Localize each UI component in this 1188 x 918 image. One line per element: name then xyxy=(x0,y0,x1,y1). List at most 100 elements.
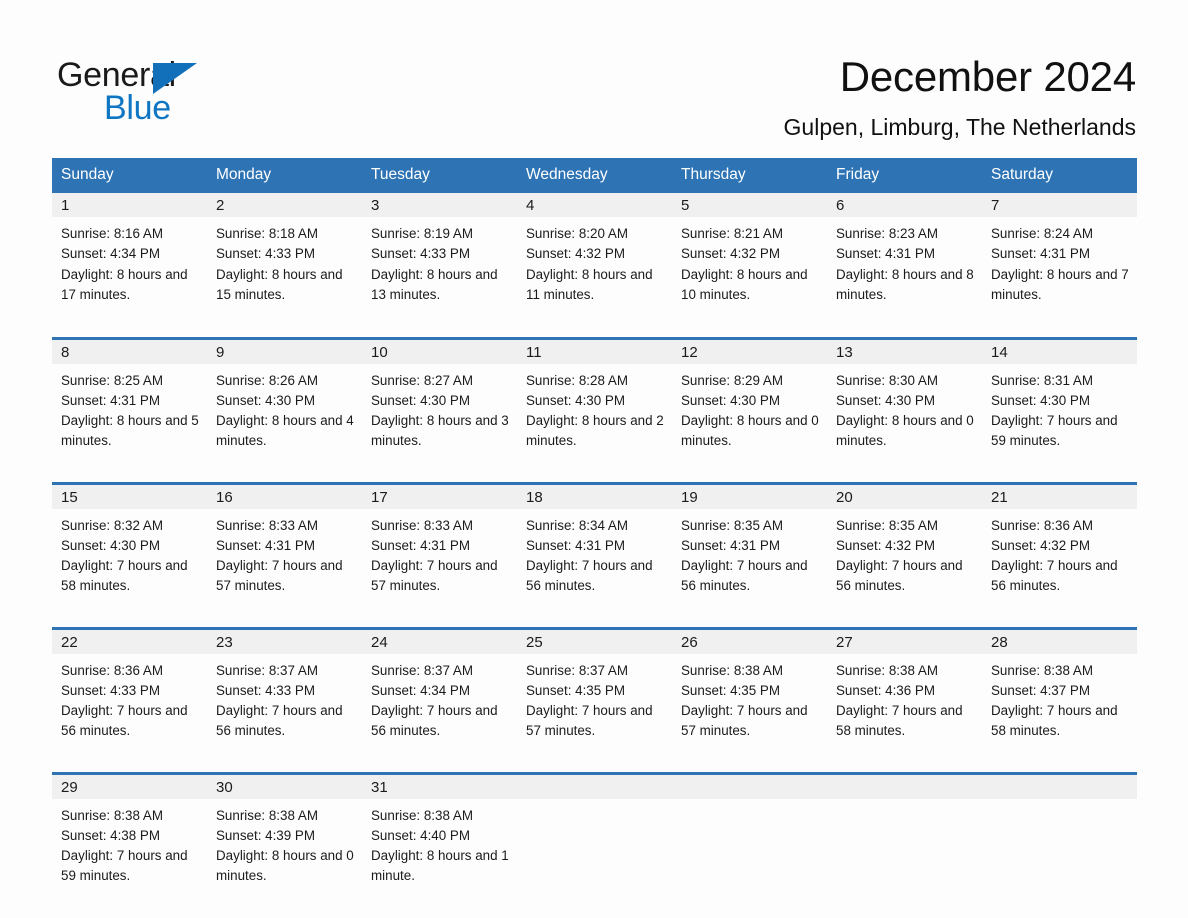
day-number: 27 xyxy=(827,629,982,654)
calendar-day-cell[interactable]: 16 Sunrise: 8:33 AM Sunset: 4:31 PM Dayligh… xyxy=(207,481,362,618)
sunrise-text: Sunrise: 8:23 AM xyxy=(836,226,938,241)
day-sun-info: Sunrise: 8:32 AM Sunset: 4:30 PM Daylight:… xyxy=(52,509,207,597)
daylight-text: Daylight: 8 hours and 11 minutes. xyxy=(526,266,653,302)
sunset-text: Sunset: 4:37 PM xyxy=(991,682,1090,698)
sunrise-text: Sunrise: 8:37 AM xyxy=(526,662,628,678)
sunset-text: Sunset: 4:34 PM xyxy=(61,246,160,262)
logo-text-blue: Blue xyxy=(104,89,171,127)
day-number: 18 xyxy=(517,484,672,509)
sunrise-text: Sunrise: 8:37 AM xyxy=(371,662,473,678)
daylight-text: Daylight: 7 hours and 56 minutes. xyxy=(681,558,808,594)
calendar-day-cell-empty xyxy=(982,771,1137,908)
day-sun-info: Sunrise: 8:38 AM Sunset: 4:40 PM Daylight:… xyxy=(362,799,517,887)
daylight-text: Daylight: 8 hours and 0 minutes. xyxy=(836,413,974,449)
sunset-text: Sunset: 4:30 PM xyxy=(61,537,160,553)
calendar-day-cell[interactable]: 19 Sunrise: 8:35 AM Sunset: 4:31 PM Dayligh… xyxy=(672,481,827,618)
calendar-day-cell[interactable]: 14 Sunrise: 8:31 AM Sunset: 4:30 PM Dayligh… xyxy=(982,336,1137,473)
sunset-text: Sunset: 4:32 PM xyxy=(836,537,935,553)
day-sun-info: Sunrise: 8:37 AM Sunset: 4:33 PM Daylight:… xyxy=(207,654,362,742)
sunset-text: Sunset: 4:33 PM xyxy=(61,682,160,698)
calendar-day-cell[interactable]: 1 Sunrise: 8:16 AM Sunset: 4:34 PM Daylight… xyxy=(52,193,207,328)
day-sun-info: Sunrise: 8:18 AM Sunset: 4:33 PM Daylight:… xyxy=(207,217,362,305)
calendar-day-cell[interactable]: 15 Sunrise: 8:32 AM Sunset: 4:30 PM Dayligh… xyxy=(52,481,207,618)
calendar-day-cell[interactable]: 27 Sunrise: 8:38 AM Sunset: 4:36 PM Dayligh… xyxy=(827,626,982,763)
sunrise-text: Sunrise: 8:33 AM xyxy=(371,517,473,533)
sunset-text: Sunset: 4:33 PM xyxy=(216,246,315,262)
day-sun-info: Sunrise: 8:35 AM Sunset: 4:32 PM Daylight:… xyxy=(827,509,982,597)
calendar-day-cell[interactable]: 29 Sunrise: 8:38 AM Sunset: 4:38 PM Dayligh… xyxy=(52,771,207,908)
day-sun-info: Sunrise: 8:29 AM Sunset: 4:30 PM Daylight:… xyxy=(672,364,827,452)
sunset-text: Sunset: 4:30 PM xyxy=(991,392,1090,408)
sunset-text: Sunset: 4:32 PM xyxy=(681,246,780,262)
daylight-text: Daylight: 8 hours and 8 minutes. xyxy=(836,266,974,302)
sunrise-text: Sunrise: 8:24 AM xyxy=(991,226,1093,241)
daylight-text: Daylight: 7 hours and 56 minutes. xyxy=(61,703,188,739)
general-blue-logo[interactable]: General Blue xyxy=(57,55,317,135)
day-number: 2 xyxy=(207,193,362,217)
daylight-text: Daylight: 8 hours and 2 minutes. xyxy=(526,413,664,449)
calendar-day-cell[interactable]: 28 Sunrise: 8:38 AM Sunset: 4:37 PM Dayligh… xyxy=(982,626,1137,763)
page-header: General Blue December 2024 Gulpen, Limbu… xyxy=(0,0,1188,150)
calendar-day-cell[interactable]: 10 Sunrise: 8:27 AM Sunset: 4:30 PM Dayligh… xyxy=(362,336,517,473)
sunset-text: Sunset: 4:31 PM xyxy=(216,537,315,553)
calendar-day-cell[interactable]: 18 Sunrise: 8:34 AM Sunset: 4:31 PM Dayligh… xyxy=(517,481,672,618)
sunrise-text: Sunrise: 8:38 AM xyxy=(371,807,473,823)
daylight-text: Daylight: 8 hours and 0 minutes. xyxy=(216,848,354,884)
week-gap-cell xyxy=(52,618,1137,628)
daylight-text: Daylight: 7 hours and 56 minutes. xyxy=(991,558,1118,594)
day-number: 17 xyxy=(362,484,517,509)
daylight-text: Daylight: 7 hours and 58 minutes. xyxy=(991,703,1118,739)
day-number: 13 xyxy=(827,339,982,364)
calendar-day-cell[interactable]: 8 Sunrise: 8:25 AM Sunset: 4:31 PM Daylight… xyxy=(52,336,207,473)
calendar-day-cell[interactable]: 11 Sunrise: 8:28 AM Sunset: 4:30 PM Dayligh… xyxy=(517,336,672,473)
day-number: 4 xyxy=(517,193,672,217)
week-gap-cell xyxy=(52,473,1137,483)
calendar-day-cell[interactable]: 4 Sunrise: 8:20 AM Sunset: 4:32 PM Daylight… xyxy=(517,193,672,328)
sunset-text: Sunset: 4:34 PM xyxy=(371,682,470,698)
sunrise-text: Sunrise: 8:37 AM xyxy=(216,662,318,678)
calendar-day-cell[interactable]: 20 Sunrise: 8:35 AM Sunset: 4:32 PM Dayligh… xyxy=(827,481,982,618)
daylight-text: Daylight: 8 hours and 13 minutes. xyxy=(371,266,498,302)
sunset-text: Sunset: 4:31 PM xyxy=(526,537,625,553)
calendar-day-cell[interactable]: 3 Sunrise: 8:19 AM Sunset: 4:33 PM Daylight… xyxy=(362,193,517,328)
day-sun-info: Sunrise: 8:24 AM Sunset: 4:31 PM Daylight:… xyxy=(982,217,1137,305)
sunrise-text: Sunrise: 8:38 AM xyxy=(836,662,938,678)
day-number: 3 xyxy=(362,193,517,217)
sunset-text: Sunset: 4:31 PM xyxy=(371,537,470,553)
calendar-day-cell[interactable]: 26 Sunrise: 8:38 AM Sunset: 4:35 PM Dayligh… xyxy=(672,626,827,763)
calendar-day-cell[interactable]: 22 Sunrise: 8:36 AM Sunset: 4:33 PM Dayligh… xyxy=(52,626,207,763)
calendar-day-cell[interactable]: 17 Sunrise: 8:33 AM Sunset: 4:31 PM Dayligh… xyxy=(362,481,517,618)
calendar-day-cell[interactable]: 25 Sunrise: 8:37 AM Sunset: 4:35 PM Dayligh… xyxy=(517,626,672,763)
calendar-day-cell[interactable]: 30 Sunrise: 8:38 AM Sunset: 4:39 PM Dayligh… xyxy=(207,771,362,908)
calendar-day-cell[interactable]: 12 Sunrise: 8:29 AM Sunset: 4:30 PM Dayligh… xyxy=(672,336,827,473)
sunrise-text: Sunrise: 8:20 AM xyxy=(526,226,628,241)
calendar-day-cell[interactable]: 13 Sunrise: 8:30 AM Sunset: 4:30 PM Dayligh… xyxy=(827,336,982,473)
page-subtitle: Gulpen, Limburg, The Netherlands xyxy=(783,114,1136,140)
sunset-text: Sunset: 4:32 PM xyxy=(991,537,1090,553)
daylight-text: Daylight: 7 hours and 58 minutes. xyxy=(61,558,188,594)
calendar-day-cell[interactable]: 24 Sunrise: 8:37 AM Sunset: 4:34 PM Dayligh… xyxy=(362,626,517,763)
calendar-grid: Sunday Monday Tuesday Wednesday Thursday… xyxy=(52,158,1137,908)
sunset-text: Sunset: 4:30 PM xyxy=(836,392,935,408)
day-number: 30 xyxy=(207,774,362,799)
day-number: 29 xyxy=(52,774,207,799)
day-number: 10 xyxy=(362,339,517,364)
calendar-week-row: 15 Sunrise: 8:32 AM Sunset: 4:30 PM Dayligh… xyxy=(52,481,1137,618)
calendar-day-cell[interactable]: 6 Sunrise: 8:23 AM Sunset: 4:31 PM Daylight… xyxy=(827,193,982,328)
day-number: 7 xyxy=(982,193,1137,217)
calendar-day-cell[interactable]: 7 Sunrise: 8:24 AM Sunset: 4:31 PM Daylight… xyxy=(982,193,1137,328)
calendar-day-cell[interactable]: 31 Sunrise: 8:38 AM Sunset: 4:40 PM Dayligh… xyxy=(362,771,517,908)
calendar-day-cell[interactable]: 2 Sunrise: 8:18 AM Sunset: 4:33 PM Daylight… xyxy=(207,193,362,328)
sunrise-text: Sunrise: 8:21 AM xyxy=(681,226,783,241)
calendar-day-cell[interactable]: 23 Sunrise: 8:37 AM Sunset: 4:33 PM Dayligh… xyxy=(207,626,362,763)
sunset-text: Sunset: 4:31 PM xyxy=(991,246,1090,262)
day-number: 15 xyxy=(52,484,207,509)
calendar-day-cell[interactable]: 9 Sunrise: 8:26 AM Sunset: 4:30 PM Daylight… xyxy=(207,336,362,473)
calendar-week-row: 1 Sunrise: 8:16 AM Sunset: 4:34 PM Daylight… xyxy=(52,193,1137,328)
calendar-day-cell[interactable]: 5 Sunrise: 8:21 AM Sunset: 4:32 PM Daylight… xyxy=(672,193,827,328)
weekday-header-thursday: Thursday xyxy=(672,158,827,193)
calendar-day-cell[interactable]: 21 Sunrise: 8:36 AM Sunset: 4:32 PM Dayligh… xyxy=(982,481,1137,618)
day-sun-info: Sunrise: 8:31 AM Sunset: 4:30 PM Daylight:… xyxy=(982,364,1137,452)
daylight-text: Daylight: 7 hours and 56 minutes. xyxy=(371,703,498,739)
sunset-text: Sunset: 4:31 PM xyxy=(836,246,935,262)
